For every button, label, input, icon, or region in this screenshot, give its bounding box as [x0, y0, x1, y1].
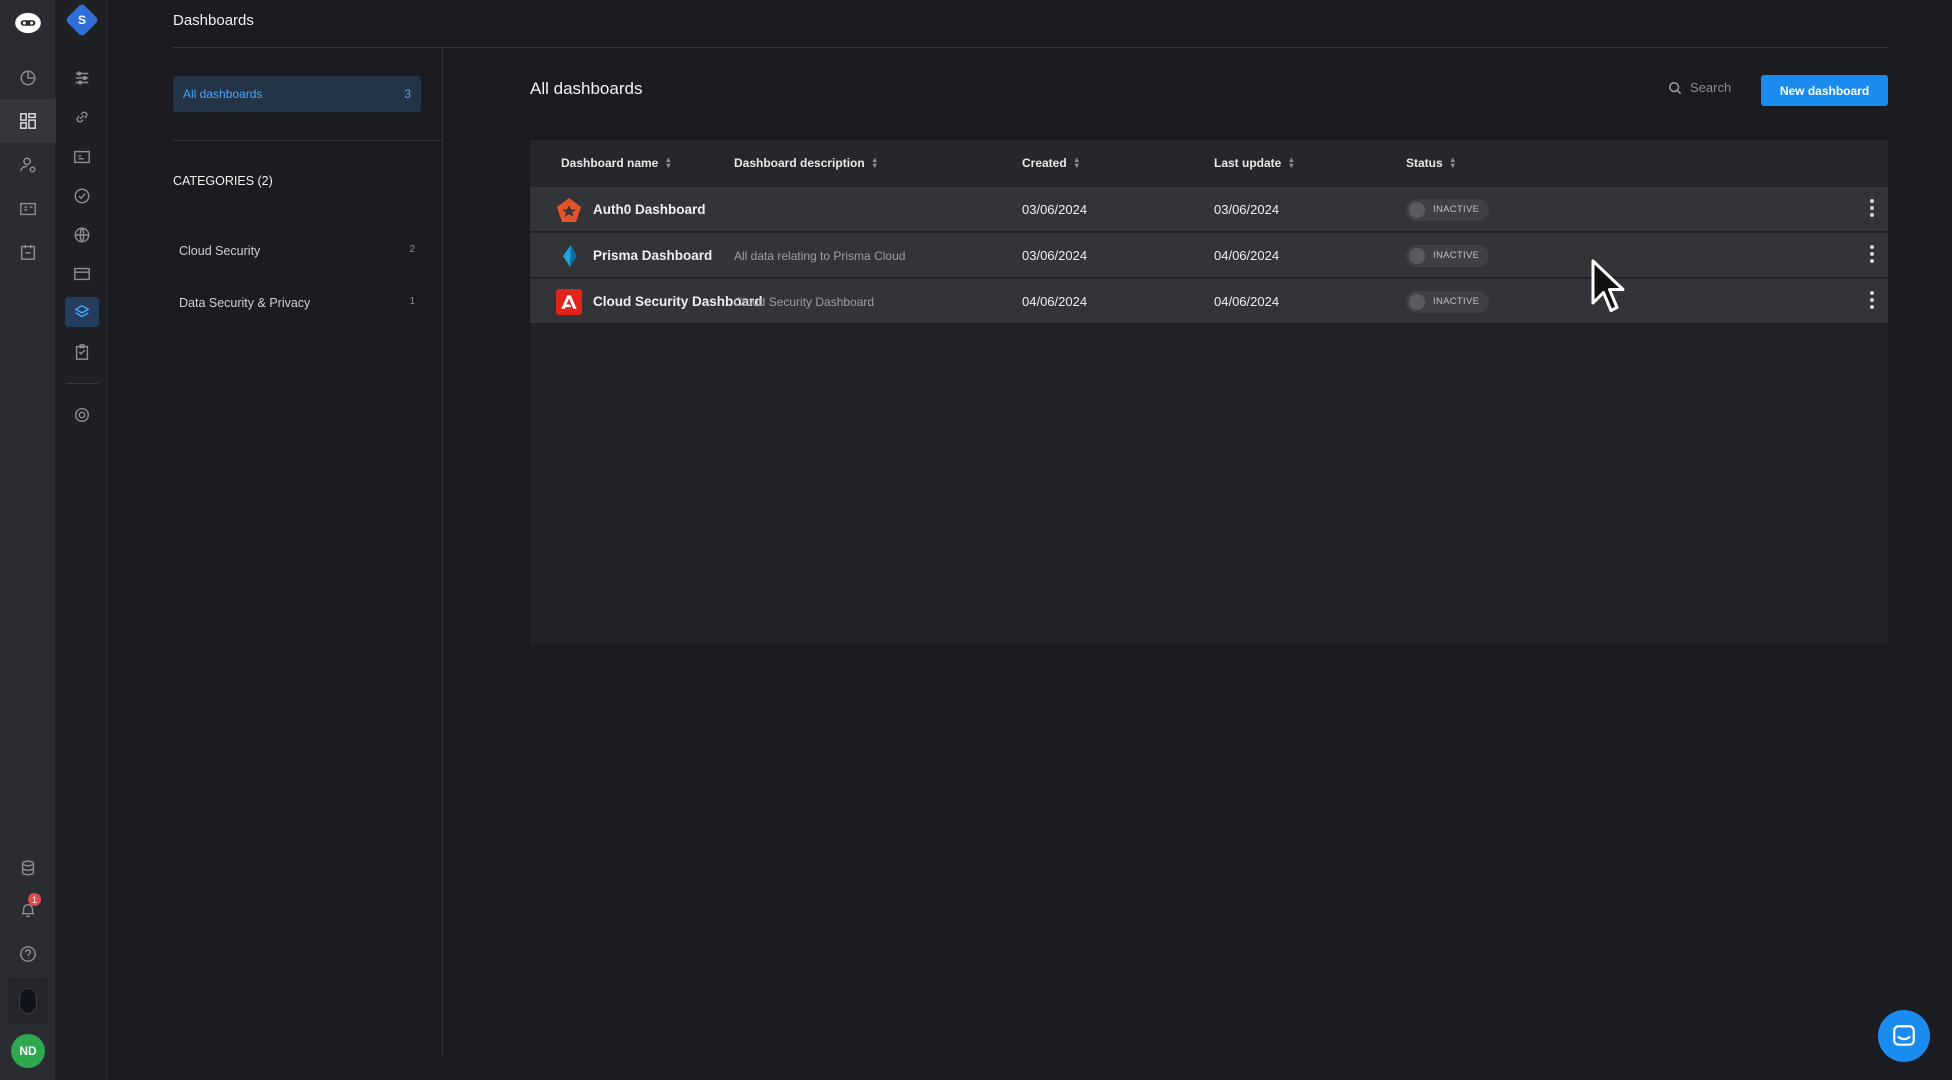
dashboard-name-cell: Cloud Security Dashboard: [556, 279, 763, 324]
workspace-initial: S: [77, 13, 86, 27]
help-icon[interactable]: [17, 943, 39, 965]
sort-icon: ▴ ▾: [1074, 155, 1079, 170]
bot-avatar[interactable]: [8, 978, 48, 1024]
sort-icon: ▴ ▾: [1289, 155, 1294, 170]
mouse-cursor-icon: [1590, 256, 1626, 325]
status-cell: INACTIVE: [1406, 279, 1490, 324]
table-row[interactable]: Prisma Dashboard All data relating to Pr…: [530, 233, 1888, 278]
last-update-date: 04/06/2024: [1214, 248, 1280, 263]
last-update-date: 04/06/2024: [1214, 294, 1280, 309]
database-icon[interactable]: [17, 857, 39, 879]
column-header-created[interactable]: Created ▴ ▾: [1022, 155, 1079, 171]
filters-icon[interactable]: [71, 67, 93, 89]
table-header: Dashboard name ▴ ▾ Dashboard description ▴ ▾…: [530, 140, 1888, 186]
toggle-knob: [1409, 201, 1425, 218]
column-header-name[interactable]: Dashboard name ▴ ▾: [561, 155, 671, 171]
last-update-date: 03/06/2024: [1214, 202, 1280, 217]
row-menu-icon[interactable]: [1870, 245, 1874, 263]
column-label: Status: [1406, 156, 1443, 170]
toggle-knob: [1409, 293, 1425, 310]
globe-icon[interactable]: [71, 224, 93, 246]
created-date: 03/06/2024: [1022, 248, 1088, 263]
row-menu-icon[interactable]: [1870, 291, 1874, 309]
table-row[interactable]: Cloud Security Dashboard Cloud Security …: [530, 279, 1888, 324]
main-area: Dashboards All dashboards 3 CATEGORIES (…: [108, 0, 1952, 1080]
window-icon[interactable]: [71, 263, 93, 285]
column-label: Dashboard name: [561, 156, 659, 170]
status-cell: INACTIVE: [1406, 233, 1490, 278]
dashboard-name: Auth0 Dashboard: [593, 202, 706, 217]
secondary-rail: S: [56, 0, 108, 1080]
category-label: Data Security & Privacy: [179, 296, 311, 310]
dashboard-description: Cloud Security Dashboard: [734, 294, 875, 309]
all-dashboards-label: All dashboards: [183, 87, 263, 101]
status-label: INACTIVE: [1433, 204, 1480, 215]
api-icon[interactable]: [71, 146, 93, 168]
category-item-data-security[interactable]: Data Security & Privacy 1: [179, 296, 415, 310]
dashboards-table: Dashboard name ▴ ▾ Dashboard description ▴ ▾…: [530, 140, 1888, 645]
compliance-icon[interactable]: [71, 185, 93, 207]
dashboard-name-cell: Auth0 Dashboard: [556, 187, 706, 232]
sort-icon: ▴ ▾: [666, 155, 671, 170]
category-label: Cloud Security: [179, 244, 261, 258]
status-label: INACTIVE: [1433, 296, 1480, 307]
app-logo-icon[interactable]: [13, 10, 43, 36]
auth0-logo-icon: [556, 197, 582, 223]
settings-icon[interactable]: [71, 404, 93, 426]
dashboard-name-cell: Prisma Dashboard: [556, 233, 712, 278]
panel-divider: [173, 140, 442, 141]
layers-icon[interactable]: [71, 301, 93, 323]
calendar-icon[interactable]: [17, 241, 39, 263]
chat-icon: [1893, 1025, 1915, 1046]
column-label: Created: [1022, 156, 1067, 170]
all-dashboards-count: 3: [404, 87, 411, 101]
categories-title: CATEGORIES (2): [173, 174, 273, 188]
search-label: Search: [1690, 80, 1732, 95]
status-label: INACTIVE: [1433, 250, 1480, 261]
dashboards-icon[interactable]: [17, 110, 39, 132]
link-icon[interactable]: [71, 106, 93, 128]
dashboard-name: Prisma Dashboard: [593, 248, 713, 263]
new-dashboard-button[interactable]: New dashboard: [1761, 75, 1888, 106]
adobe-logo-icon: [556, 288, 582, 315]
users-settings-icon[interactable]: [17, 154, 39, 176]
search-icon: [1668, 81, 1682, 94]
analytics-icon[interactable]: [17, 67, 39, 89]
category-count: 1: [409, 296, 415, 307]
page-title: Dashboards: [173, 12, 254, 29]
column-header-description[interactable]: Dashboard description ▴ ▾: [734, 155, 877, 171]
sort-icon: ▴ ▾: [872, 155, 877, 170]
category-item-cloud-security[interactable]: Cloud Security 2: [179, 244, 415, 258]
notification-badge: 1: [28, 893, 41, 906]
created-date: 03/06/2024: [1022, 202, 1088, 217]
status-toggle[interactable]: INACTIVE: [1406, 244, 1490, 267]
user-avatar[interactable]: ND: [11, 1034, 45, 1068]
chat-button[interactable]: [1878, 1010, 1930, 1062]
column-header-last-update[interactable]: Last update ▴ ▾: [1214, 155, 1294, 171]
primary-rail: 1 ND: [0, 0, 56, 1080]
toggle-knob: [1409, 247, 1425, 264]
dashboard-description: All data relating to Prisma Cloud: [734, 248, 906, 263]
status-toggle[interactable]: INACTIVE: [1406, 290, 1490, 313]
row-menu-icon[interactable]: [1870, 199, 1874, 217]
created-date: 04/06/2024: [1022, 294, 1088, 309]
prisma-logo-icon: [556, 243, 582, 269]
status-cell: INACTIVE: [1406, 187, 1490, 232]
all-dashboards-filter[interactable]: All dashboards 3: [173, 76, 421, 112]
category-count: 2: [409, 244, 415, 255]
table-row[interactable]: Auth0 Dashboard 03/06/2024 03/06/2024 IN…: [530, 187, 1888, 232]
column-header-status[interactable]: Status ▴ ▾: [1406, 155, 1455, 171]
column-label: Dashboard description: [734, 156, 865, 170]
content-title: All dashboards: [530, 79, 643, 98]
status-toggle[interactable]: INACTIVE: [1406, 198, 1490, 221]
category-panel: All dashboards 3 CATEGORIES (2) Cloud Se…: [173, 48, 443, 1058]
clipboard-icon[interactable]: [71, 341, 93, 363]
search-button[interactable]: Search: [1668, 80, 1731, 95]
sort-icon: ▴ ▾: [1450, 155, 1455, 170]
column-label: Last update: [1214, 156, 1282, 170]
reports-icon[interactable]: [17, 198, 39, 220]
